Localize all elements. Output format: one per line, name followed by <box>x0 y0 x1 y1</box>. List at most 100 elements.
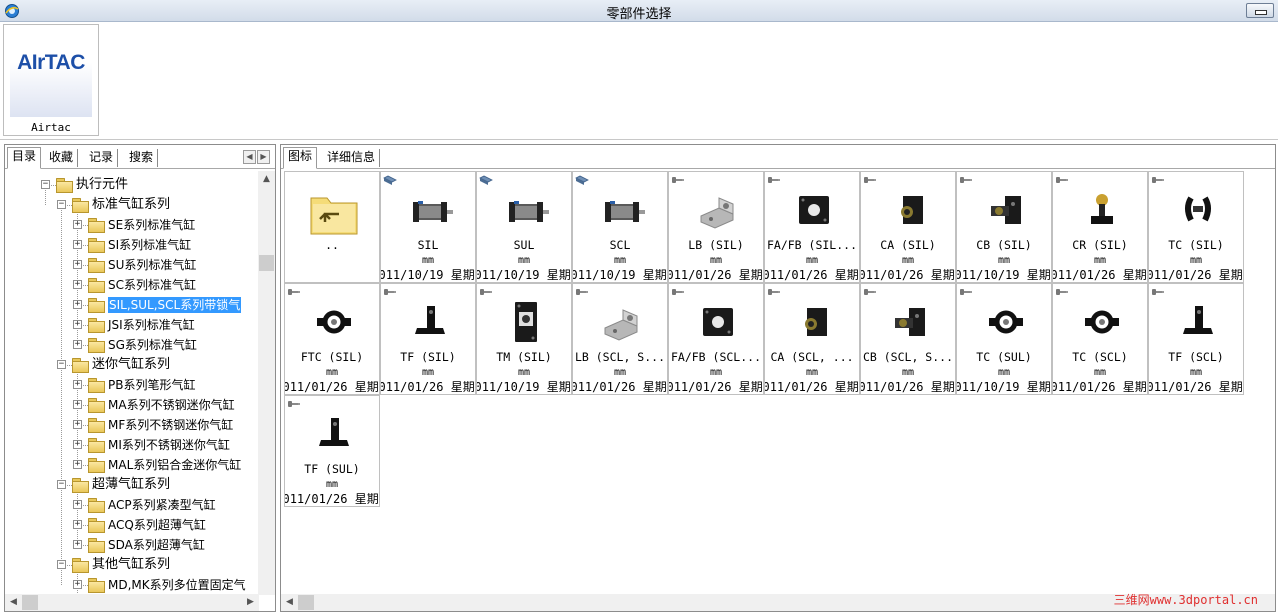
collapse-icon[interactable]: − <box>57 560 66 569</box>
expand-icon[interactable]: + <box>73 420 82 429</box>
expand-icon[interactable]: + <box>73 400 82 409</box>
scroll-thumb[interactable] <box>259 255 274 271</box>
part-tile[interactable]: CB (SIL) mm 2011/10/19 星期三 <box>956 171 1052 283</box>
part-tile[interactable]: FA/FB (SIL... mm 2011/01/26 星期三 <box>764 171 860 283</box>
expand-icon[interactable]: + <box>73 500 82 509</box>
part-tile[interactable]: CA (SIL) mm 2011/01/26 星期三 <box>860 171 956 283</box>
part-tile[interactable]: CA (SCL, ... mm 2011/01/26 星期三 <box>764 283 860 395</box>
tree-node[interactable]: + PB系列笔形气缸 <box>5 375 259 395</box>
expand-icon[interactable]: + <box>73 260 82 269</box>
parent-folder-tile[interactable]: .. <box>284 171 380 283</box>
part-name: TF (SCL) <box>1168 350 1224 364</box>
scroll-thumb[interactable] <box>22 595 38 610</box>
tab-history[interactable]: 记录 <box>85 149 119 167</box>
part-tile[interactable]: TC (SIL) mm 2011/01/26 星期三 <box>1148 171 1244 283</box>
collapse-icon[interactable]: − <box>41 180 50 189</box>
expand-icon[interactable]: + <box>73 300 82 309</box>
expand-icon[interactable]: + <box>73 380 82 389</box>
part-name: LB (SIL) <box>688 238 744 252</box>
tab-scroll-left-button[interactable]: ◀ <box>243 150 256 164</box>
tab-catalog[interactable]: 目录 <box>7 147 42 169</box>
part-thumbnail <box>979 186 1033 236</box>
tree-node[interactable]: + SI系列标准气缸 <box>5 235 259 255</box>
tab-icons[interactable]: 图标 <box>283 147 318 169</box>
brand-strip: AIrTAC Airtac <box>0 22 1278 140</box>
tree-node[interactable]: − 其他气缸系列 <box>5 555 259 575</box>
tree-node[interactable]: + MI系列不锈钢迷你气缸 <box>5 435 259 455</box>
part-unit: mm <box>517 367 531 378</box>
part-tile[interactable]: SUL mm 2011/10/19 星期三 <box>476 171 572 283</box>
tree-node[interactable]: + SIL,SUL,SCL系列带锁气 <box>5 295 259 315</box>
tree-node[interactable]: + ACQ系列超薄气缸 <box>5 515 259 535</box>
part-tile[interactable]: LB (SCL, S... mm 2011/01/26 星期三 <box>572 283 668 395</box>
collapse-icon[interactable]: − <box>57 480 66 489</box>
expand-icon[interactable]: + <box>73 540 82 549</box>
tree-node[interactable]: + MAL系列铝合金迷你气缸 <box>5 455 259 475</box>
part-date: 2011/01/26 星期三 <box>285 380 379 394</box>
scroll-right-icon[interactable]: ▶ <box>242 594 259 611</box>
collapse-icon[interactable]: − <box>57 200 66 209</box>
expand-icon[interactable]: + <box>73 320 82 329</box>
folder-icon <box>88 398 105 413</box>
part-tile[interactable]: SCL mm 2011/10/19 星期三 <box>572 171 668 283</box>
expand-icon[interactable]: + <box>73 280 82 289</box>
tree-node[interactable]: + SE系列标准气缸 <box>5 215 259 235</box>
scroll-left-icon[interactable]: ◀ <box>5 594 22 611</box>
restore-button[interactable] <box>1246 3 1274 18</box>
brand-tile-airtac[interactable]: AIrTAC Airtac <box>3 24 99 136</box>
tree-node[interactable]: − 超薄气缸系列 <box>5 475 259 495</box>
collapse-icon[interactable]: − <box>57 360 66 369</box>
part-tile[interactable]: TF (SCL) mm 2011/01/26 星期三 <box>1148 283 1244 395</box>
part-unit: mm <box>805 255 819 266</box>
expand-icon[interactable]: + <box>73 340 82 349</box>
scroll-thumb[interactable] <box>298 595 314 610</box>
tab-favorites[interactable]: 收藏 <box>45 149 79 167</box>
part-tile[interactable]: SIL mm 2011/10/19 星期三 <box>380 171 476 283</box>
tree-node[interactable]: + SC系列标准气缸 <box>5 275 259 295</box>
tree-vertical-scrollbar[interactable]: ▲ <box>258 171 275 595</box>
expand-icon[interactable]: + <box>73 520 82 529</box>
part-thumbnail <box>1075 298 1129 348</box>
expand-icon[interactable]: + <box>73 240 82 249</box>
tree-node[interactable]: − 迷你气缸系列 <box>5 355 259 375</box>
expand-icon[interactable]: + <box>73 460 82 469</box>
part-tile[interactable]: CB (SCL, S... mm 2011/01/26 星期三 <box>860 283 956 395</box>
bolt-icon <box>671 286 685 296</box>
tab-details[interactable]: 详细信息 <box>323 149 381 167</box>
folder-icon <box>88 238 105 253</box>
part-tile[interactable]: LB (SIL) mm 2011/01/26 星期三 <box>668 171 764 283</box>
tree-node[interactable]: − 执行元件 <box>5 175 259 195</box>
part-thumbnail <box>979 298 1033 348</box>
part-tile[interactable]: TF (SIL) mm 2011/01/26 星期三 <box>380 283 476 395</box>
tree-node[interactable]: + SU系列标准气缸 <box>5 255 259 275</box>
tree-node[interactable]: + JSI系列标准气缸 <box>5 315 259 335</box>
part-name: TC (SCL) <box>1072 350 1128 364</box>
tree-node[interactable]: − 标准气缸系列 <box>5 195 259 215</box>
part-tile[interactable]: TC (SCL) mm 2011/01/26 星期三 <box>1052 283 1148 395</box>
part-tile[interactable]: TF (SUL) mm 2011/01/26 星期三 <box>284 395 380 507</box>
scroll-up-icon[interactable]: ▲ <box>258 171 275 187</box>
tree-node-label: SC系列标准气缸 <box>108 278 196 292</box>
part-tile[interactable]: FA/FB (SCL... mm 2011/01/26 星期三 <box>668 283 764 395</box>
tree-node[interactable]: + SDA系列超薄气缸 <box>5 535 259 555</box>
part-name: FTC (SIL) <box>300 350 364 364</box>
expand-icon[interactable]: + <box>73 580 82 589</box>
tree-node[interactable]: + MF系列不锈钢迷你气缸 <box>5 415 259 435</box>
tree-node[interactable]: + SG系列标准气缸 <box>5 335 259 355</box>
part-tile[interactable]: FTC (SIL) mm 2011/01/26 星期三 <box>284 283 380 395</box>
part-name: LB (SCL, S... <box>574 350 665 364</box>
expand-icon[interactable]: + <box>73 220 82 229</box>
part-tile[interactable]: TC (SUL) mm 2011/10/19 星期三 <box>956 283 1052 395</box>
scroll-left-icon[interactable]: ◀ <box>281 594 298 611</box>
tab-search[interactable]: 搜索 <box>125 149 159 167</box>
part-unit: mm <box>805 367 819 378</box>
part-tile[interactable]: TM (SIL) mm 2011/10/19 星期三 <box>476 283 572 395</box>
folder-icon <box>88 578 105 593</box>
part-tile[interactable]: CR (SIL) mm 2011/01/26 星期三 <box>1052 171 1148 283</box>
tree-node[interactable]: + MA系列不锈钢迷你气缸 <box>5 395 259 415</box>
tree-node[interactable]: + MD,MK系列多位置固定气 <box>5 575 259 595</box>
tab-scroll-right-button[interactable]: ▶ <box>257 150 270 164</box>
tree-node[interactable]: + ACP系列紧凑型气缸 <box>5 495 259 515</box>
expand-icon[interactable]: + <box>73 440 82 449</box>
tree-horizontal-scrollbar[interactable]: ◀ ▶ <box>5 594 259 611</box>
